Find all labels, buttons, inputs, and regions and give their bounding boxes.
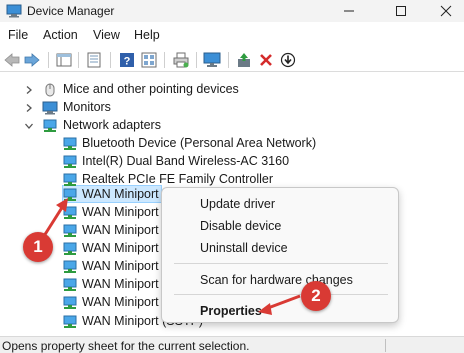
- help-button[interactable]: ?: [117, 50, 137, 70]
- chevron-down-icon: [25, 123, 33, 129]
- maximize-icon: [396, 6, 406, 16]
- tree-category-network-adapters[interactable]: Network adapters: [0, 117, 464, 135]
- tree-category-monitors[interactable]: Monitors: [0, 99, 464, 117]
- network-adapter-icon: [63, 173, 77, 186]
- list-view-icon: [141, 52, 157, 68]
- menu-disable-device[interactable]: Disable device: [200, 219, 281, 233]
- uninstall-button[interactable]: [256, 50, 276, 70]
- network-adapter-icon: [63, 188, 77, 201]
- network-adapter-icon: [63, 137, 77, 150]
- minimize-button[interactable]: [326, 0, 372, 22]
- tree-label: WAN Miniport: [82, 295, 159, 309]
- menu-uninstall-device[interactable]: Uninstall device: [200, 241, 288, 255]
- tree-label: WAN Miniport: [82, 241, 159, 255]
- forward-arrow-icon: [24, 53, 40, 67]
- context-menu: Update driver Disable device Uninstall d…: [161, 187, 399, 323]
- tree-label: WAN Miniport: [82, 223, 159, 237]
- show-hide-tree-button[interactable]: [54, 50, 74, 70]
- toolbar-separator: [228, 52, 229, 68]
- callout-badge-1: 1: [23, 232, 53, 262]
- tree-label: Network adapters: [63, 118, 161, 132]
- menu-view[interactable]: View: [93, 28, 120, 42]
- tree-label: WAN Miniport: [82, 277, 159, 291]
- download-circle-icon: [280, 52, 296, 68]
- menu-separator: [174, 294, 388, 295]
- tree-label: WAN Miniport: [82, 259, 159, 273]
- printer-icon: [173, 52, 189, 68]
- minimize-icon: [344, 10, 354, 12]
- toolbar-separator: [110, 52, 111, 68]
- status-bar: Opens property sheet for the current sel…: [0, 336, 464, 353]
- update-driver-icon: [238, 53, 250, 67]
- network-adapter-icon: [63, 260, 77, 273]
- status-text: Opens property sheet for the current sel…: [2, 339, 250, 353]
- tree-item-bluetooth[interactable]: Bluetooth Device (Personal Area Network): [0, 135, 464, 153]
- monitor-scan-icon: [203, 52, 221, 67]
- help-icon: ?: [120, 53, 134, 68]
- svg-text:?: ?: [124, 56, 131, 68]
- toolbar-separator: [164, 52, 165, 68]
- tree-label: Bluetooth Device (Personal Area Network): [82, 136, 317, 150]
- close-button[interactable]: [423, 0, 464, 22]
- properties-toolbar-button[interactable]: [84, 50, 104, 70]
- toolbar: ?: [0, 48, 464, 72]
- disable-device-button[interactable]: [278, 50, 298, 70]
- chevron-right-icon: [26, 104, 32, 112]
- status-separator: [385, 339, 386, 352]
- mouse-icon: [45, 83, 55, 97]
- toolbar-separator: [48, 52, 49, 68]
- menu-properties[interactable]: Properties: [200, 304, 262, 318]
- red-x-icon: [260, 54, 272, 66]
- toolbar-separator: [196, 52, 197, 68]
- forward-button[interactable]: [22, 50, 42, 70]
- network-adapter-icon: [63, 315, 77, 328]
- tree-label: Monitors: [63, 100, 111, 114]
- menu-separator: [174, 263, 388, 264]
- network-adapter-icon: [63, 224, 77, 237]
- view-button[interactable]: [139, 50, 159, 70]
- toolbar-separator: [78, 52, 79, 68]
- tree-item-intel-wireless[interactable]: Intel(R) Dual Band Wireless-AC 3160: [0, 153, 464, 171]
- network-adapter-icon: [63, 296, 77, 309]
- chevron-right-icon: [26, 86, 32, 94]
- network-adapter-icon: [63, 278, 77, 291]
- back-arrow-icon: [4, 53, 20, 67]
- scan-hardware-button[interactable]: [202, 50, 222, 70]
- network-adapter-icon: [63, 206, 77, 219]
- tree-label: Realtek PCIe FE Family Controller: [82, 172, 274, 186]
- menu-update-driver[interactable]: Update driver: [200, 197, 275, 211]
- menu-file[interactable]: File: [8, 28, 28, 42]
- network-adapter-icon: [43, 119, 57, 132]
- tree-label: Intel(R) Dual Band Wireless-AC 3160: [82, 154, 290, 168]
- properties-icon: [87, 52, 101, 68]
- menu-bar: File Action View Help: [0, 24, 464, 46]
- tree-label: WAN Miniport: [82, 205, 159, 219]
- menu-action[interactable]: Action: [43, 28, 78, 42]
- update-driver-button[interactable]: [234, 50, 254, 70]
- close-icon: [440, 5, 452, 17]
- network-adapter-icon: [63, 155, 77, 168]
- window-title: Device Manager: [27, 4, 115, 18]
- maximize-button[interactable]: [378, 0, 424, 22]
- back-button[interactable]: [2, 50, 22, 70]
- console-tree-icon: [56, 53, 72, 67]
- device-manager-icon: [6, 4, 22, 18]
- menu-scan-hardware[interactable]: Scan for hardware changes: [200, 273, 353, 287]
- print-button[interactable]: [171, 50, 191, 70]
- tree-category-mice[interactable]: Mice and other pointing devices: [0, 81, 464, 99]
- monitor-icon: [42, 101, 58, 115]
- network-adapter-icon: [63, 242, 77, 255]
- title-bar: Device Manager: [0, 0, 464, 22]
- tree-label: Mice and other pointing devices: [63, 82, 239, 96]
- callout-badge-2: 2: [301, 281, 331, 311]
- tree-label: WAN Miniport: [82, 187, 159, 201]
- menu-help[interactable]: Help: [134, 28, 160, 42]
